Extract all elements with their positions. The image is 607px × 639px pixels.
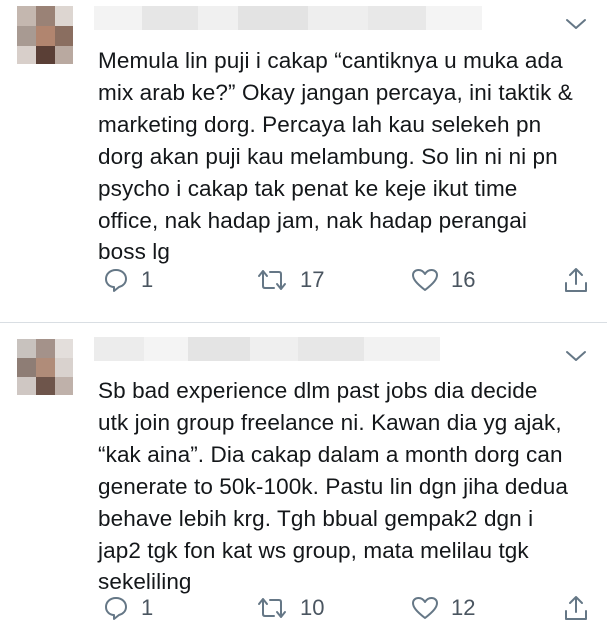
- share-icon: [565, 596, 587, 620]
- heart-icon: [412, 269, 438, 291]
- reply-count: 1: [141, 267, 154, 292]
- retweet-icon: [258, 270, 286, 290]
- chevron-down-icon[interactable]: [565, 349, 587, 363]
- author-name-blurred[interactable]: [94, 337, 440, 361]
- retweet-button[interactable]: 17: [256, 265, 324, 295]
- retweet-button[interactable]: 10: [256, 593, 324, 623]
- avatar[interactable]: [17, 339, 73, 395]
- tweet-actions: 1 17 16: [0, 265, 607, 295]
- reply-icon: [105, 269, 127, 292]
- reply-count: 1: [141, 595, 154, 620]
- like-count: 12: [451, 595, 476, 620]
- share-icon: [565, 268, 587, 292]
- retweet-count: 17: [300, 267, 325, 292]
- author-name-blurred[interactable]: [94, 6, 482, 30]
- retweet-icon: [258, 598, 286, 618]
- like-button[interactable]: 12: [411, 593, 475, 623]
- retweet-count: 10: [300, 595, 325, 620]
- reply-button[interactable]: 1: [103, 593, 153, 623]
- like-count: 16: [451, 267, 476, 292]
- tweet-text: Sb bad experience dlm past jobs dia deci…: [98, 378, 568, 595]
- tweet[interactable]: Sb bad experience dlm past jobs dia deci…: [0, 323, 607, 639]
- chevron-down-icon[interactable]: [565, 17, 587, 31]
- reply-button[interactable]: 1: [103, 265, 153, 295]
- tweet-actions: 1 10 12: [0, 593, 607, 623]
- heart-icon: [412, 597, 438, 619]
- like-button[interactable]: 16: [411, 265, 475, 295]
- share-button[interactable]: [563, 593, 589, 623]
- avatar[interactable]: [17, 6, 73, 64]
- reply-icon: [105, 597, 127, 620]
- tweet-text: Memula lin puji i cakap “cantiknya u muk…: [98, 48, 573, 265]
- share-button[interactable]: [563, 265, 589, 295]
- tweet[interactable]: Memula lin puji i cakap “cantiknya u muk…: [0, 0, 607, 323]
